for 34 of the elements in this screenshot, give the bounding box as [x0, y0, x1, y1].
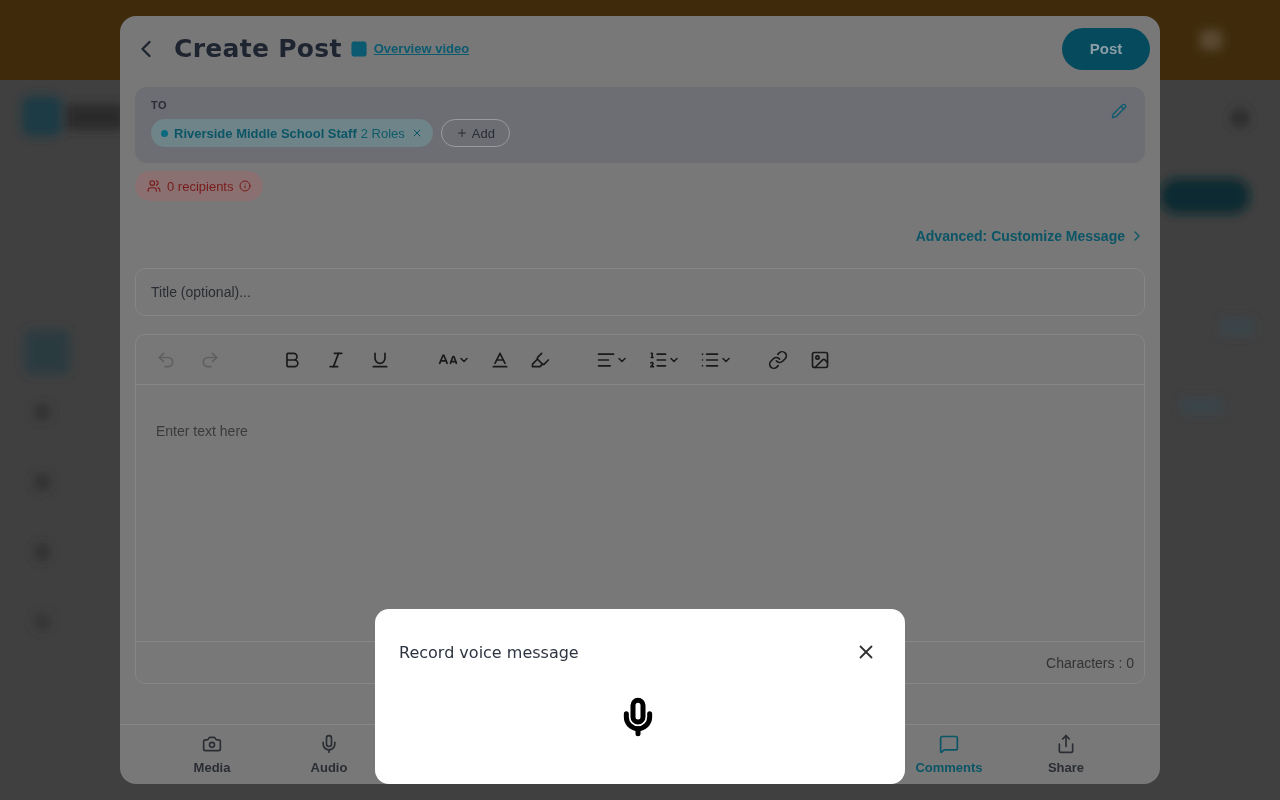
- title-field[interactable]: Title (optional)...: [135, 268, 1145, 316]
- recipient-count: 0 recipients: [167, 178, 234, 194]
- comment-icon: [939, 734, 959, 754]
- redo-icon: [200, 349, 220, 370]
- camera-icon: [202, 734, 222, 754]
- roles-count: 2 Roles: [360, 125, 405, 141]
- modal-title: Create Post: [174, 34, 342, 63]
- italic-button[interactable]: [326, 349, 346, 370]
- highlight-icon: [530, 349, 550, 370]
- share-icon: [1056, 734, 1076, 754]
- recipient-chip[interactable]: Riverside Middle School Staff 2 Roles: [151, 119, 433, 147]
- advanced-link[interactable]: Advanced: Customize Message: [915, 228, 1145, 244]
- character-count: Characters : 0: [1046, 654, 1134, 671]
- footer-tab[interactable]: Share: [1014, 725, 1118, 784]
- group-name: Riverside Middle School Staff: [174, 125, 357, 141]
- image-icon: [810, 349, 830, 370]
- status-dot: [161, 129, 168, 137]
- post-button[interactable]: Post: [1062, 27, 1150, 70]
- image-button[interactable]: [810, 349, 830, 370]
- dialog-title: Record voice message: [399, 642, 579, 662]
- footer-tab[interactable]: Media: [160, 725, 264, 784]
- italic-icon: [326, 349, 346, 370]
- users-icon: [147, 179, 161, 193]
- footer-tab[interactable]: Comments: [897, 725, 1001, 784]
- link-button[interactable]: [768, 349, 788, 370]
- highlight-button[interactable]: [530, 349, 550, 370]
- plus-icon: [455, 127, 468, 139]
- footer-tab[interactable]: Audio: [277, 725, 381, 784]
- microphone-icon: [319, 734, 339, 754]
- undo-icon: [156, 349, 176, 370]
- overview-video-link[interactable]: Overview video: [373, 41, 470, 56]
- link-icon: [768, 349, 788, 370]
- message-input[interactable]: Enter text here: [136, 385, 1144, 641]
- to-label: TO: [151, 99, 168, 111]
